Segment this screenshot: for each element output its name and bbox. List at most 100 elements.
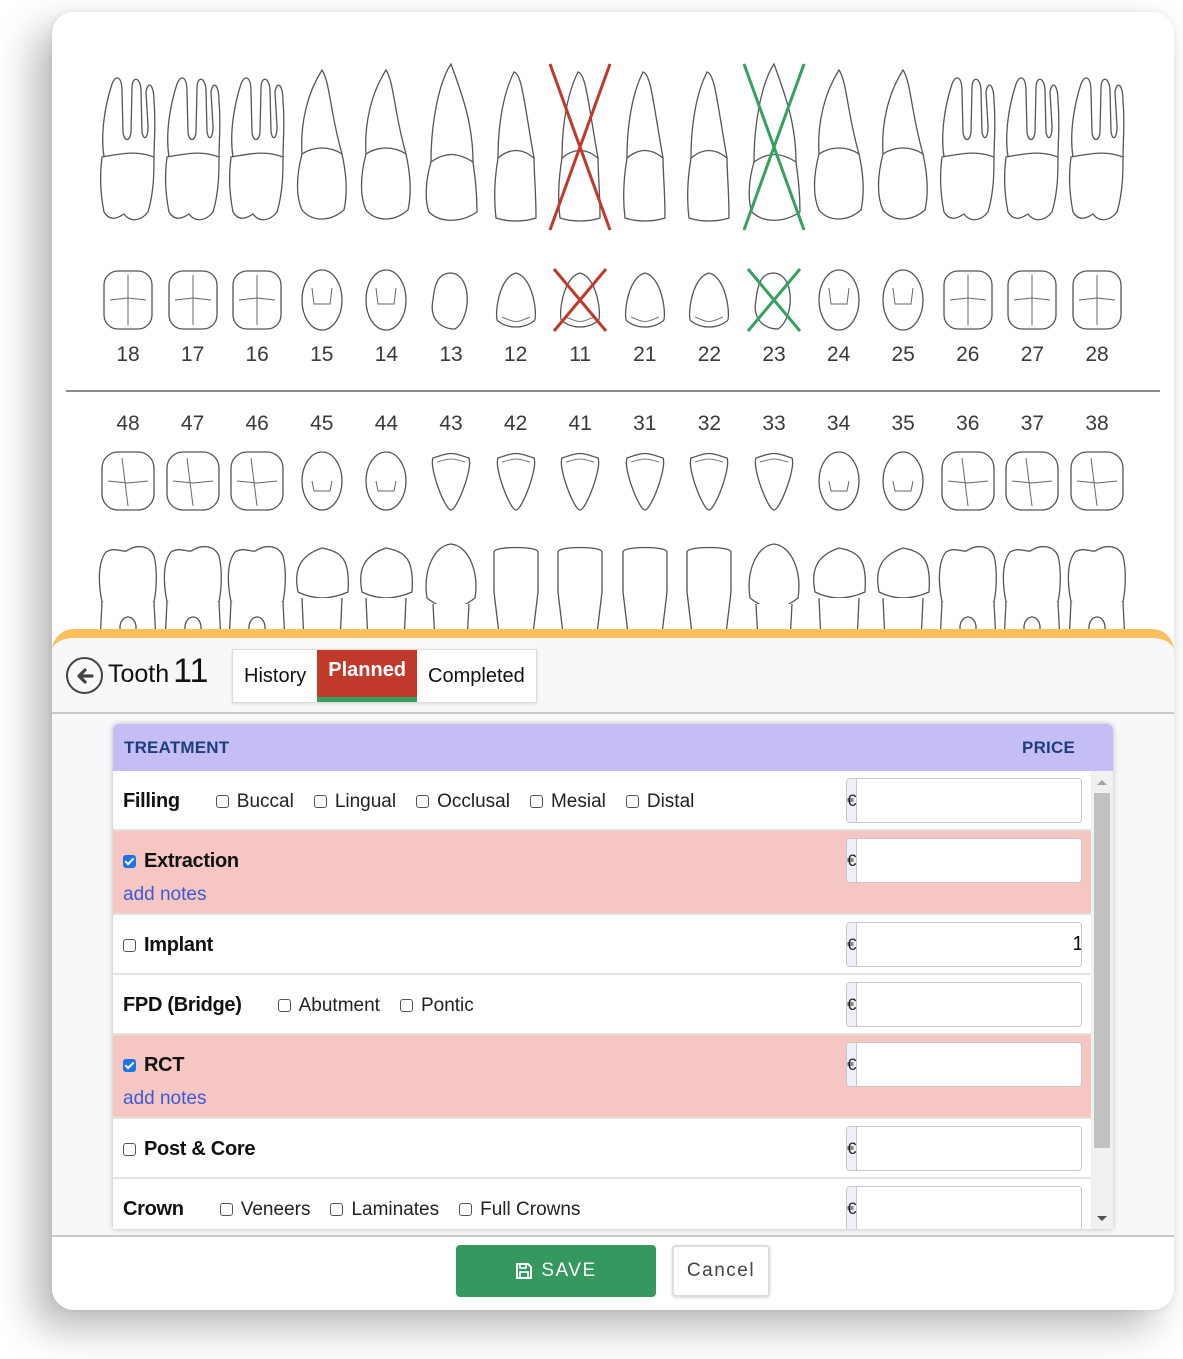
tooth-42-side-view[interactable] <box>484 542 548 643</box>
tooth-number-label[interactable]: 13 <box>419 343 483 367</box>
treatment-option[interactable]: Abutment <box>277 995 380 1017</box>
tooth-44-occlusal-view[interactable] <box>356 448 416 514</box>
tooth-number-label[interactable]: 23 <box>742 343 806 367</box>
tooth-38-occlusal-view[interactable] <box>1067 448 1127 514</box>
tooth-37-occlusal-view[interactable] <box>1002 448 1062 514</box>
tooth-number-label[interactable]: 47 <box>161 412 225 436</box>
option-checkbox[interactable] <box>219 1203 233 1216</box>
tooth-number-label[interactable]: 42 <box>484 412 548 436</box>
tooth-number-label[interactable]: 36 <box>936 412 1000 436</box>
tooth-34-side-view[interactable] <box>807 542 871 643</box>
tooth-11-side-view[interactable] <box>548 62 612 232</box>
table-scrollbar[interactable] <box>1091 771 1113 1229</box>
tooth-37-side-view[interactable] <box>1000 542 1064 643</box>
option-checkbox[interactable] <box>416 795 430 808</box>
tooth-48-occlusal-view[interactable] <box>98 448 158 514</box>
tooth-17-side-view[interactable] <box>161 62 225 232</box>
tooth-41-occlusal-view[interactable] <box>550 448 610 514</box>
tooth-48-side-view[interactable] <box>96 542 160 643</box>
tooth-number-label[interactable]: 27 <box>1000 343 1064 367</box>
tooth-number-label[interactable]: 44 <box>354 412 418 436</box>
option-checkbox[interactable] <box>459 1203 473 1216</box>
tooth-number-label[interactable]: 24 <box>807 343 871 367</box>
tooth-47-occlusal-view[interactable] <box>163 448 223 514</box>
tooth-15-occlusal-view[interactable] <box>294 267 350 333</box>
save-button[interactable]: SAVE <box>456 1245 656 1297</box>
tooth-27-occlusal-view[interactable] <box>1004 267 1060 333</box>
tooth-number-label[interactable]: 48 <box>96 412 160 436</box>
tab-planned[interactable]: Planned <box>317 650 418 702</box>
treatment-option[interactable]: Veneers <box>219 1199 310 1221</box>
tooth-number-label[interactable]: 35 <box>871 412 935 436</box>
price-input[interactable] <box>857 839 1081 882</box>
option-checkbox[interactable] <box>277 999 291 1012</box>
tooth-42-occlusal-view[interactable] <box>486 448 546 514</box>
tooth-46-occlusal-view[interactable] <box>227 448 287 514</box>
tooth-number-label[interactable]: 21 <box>613 343 677 367</box>
tooth-32-occlusal-view[interactable] <box>679 448 739 514</box>
treatment-option[interactable]: Occlusal <box>416 791 510 813</box>
price-input[interactable] <box>857 1187 1081 1229</box>
tooth-21-side-view[interactable] <box>613 62 677 232</box>
tab-completed[interactable]: Completed <box>417 650 536 702</box>
tooth-13-occlusal-view[interactable] <box>423 267 479 333</box>
cancel-button[interactable]: Cancel <box>672 1245 770 1297</box>
tooth-21-occlusal-view[interactable] <box>617 267 673 333</box>
tooth-number-label[interactable]: 11 <box>548 343 612 367</box>
treatment-option[interactable]: Pontic <box>399 995 474 1017</box>
tooth-15-side-view[interactable] <box>290 62 354 232</box>
tooth-25-side-view[interactable] <box>871 62 935 232</box>
add-notes-link[interactable]: add notes <box>123 1088 206 1110</box>
tooth-24-side-view[interactable] <box>807 62 871 232</box>
tooth-number-label[interactable]: 16 <box>225 343 289 367</box>
option-checkbox[interactable] <box>399 999 413 1012</box>
tooth-14-side-view[interactable] <box>354 62 418 232</box>
price-input[interactable] <box>857 923 1081 966</box>
tooth-number-label[interactable]: 38 <box>1065 412 1129 436</box>
tooth-number-label[interactable]: 18 <box>96 343 160 367</box>
scroll-up-button[interactable] <box>1091 773 1113 791</box>
scroll-down-button[interactable] <box>1091 1209 1113 1227</box>
tooth-22-side-view[interactable] <box>677 62 741 232</box>
treatment-option[interactable]: Full Crowns <box>459 1199 580 1221</box>
tooth-16-occlusal-view[interactable] <box>229 267 285 333</box>
tooth-35-occlusal-view[interactable] <box>873 448 933 514</box>
price-input[interactable] <box>857 983 1081 1026</box>
treatment-option[interactable]: Distal <box>625 791 694 813</box>
scrollbar-thumb[interactable] <box>1094 793 1110 1148</box>
treatment-checkbox[interactable] <box>123 939 136 952</box>
tooth-26-occlusal-view[interactable] <box>940 267 996 333</box>
tooth-28-side-view[interactable] <box>1065 62 1129 232</box>
tooth-number-label[interactable]: 41 <box>548 412 612 436</box>
tooth-28-occlusal-view[interactable] <box>1069 267 1125 333</box>
treatment-checkbox[interactable] <box>123 1143 136 1156</box>
tooth-12-side-view[interactable] <box>484 62 548 232</box>
tooth-33-occlusal-view[interactable] <box>744 448 804 514</box>
tooth-13-side-view[interactable] <box>419 62 483 232</box>
tooth-number-label[interactable]: 37 <box>1000 412 1064 436</box>
treatment-option[interactable]: Lingual <box>313 791 396 813</box>
option-checkbox[interactable] <box>529 795 543 808</box>
tooth-number-label[interactable]: 28 <box>1065 343 1129 367</box>
tooth-number-label[interactable]: 31 <box>613 412 677 436</box>
price-input[interactable] <box>857 779 1081 822</box>
tooth-25-occlusal-view[interactable] <box>875 267 931 333</box>
option-checkbox[interactable] <box>313 795 327 808</box>
tooth-number-label[interactable]: 22 <box>677 343 741 367</box>
tooth-23-side-view[interactable] <box>742 62 806 232</box>
price-input[interactable] <box>857 1127 1081 1170</box>
tooth-number-label[interactable]: 45 <box>290 412 354 436</box>
tooth-36-occlusal-view[interactable] <box>938 448 998 514</box>
tooth-44-side-view[interactable] <box>354 542 418 643</box>
tooth-17-occlusal-view[interactable] <box>165 267 221 333</box>
tooth-number-label[interactable]: 34 <box>807 412 871 436</box>
tooth-18-side-view[interactable] <box>96 62 160 232</box>
tooth-45-occlusal-view[interactable] <box>292 448 352 514</box>
tooth-number-label[interactable]: 25 <box>871 343 935 367</box>
tooth-18-occlusal-view[interactable] <box>100 267 156 333</box>
tooth-45-side-view[interactable] <box>290 542 354 643</box>
tooth-31-occlusal-view[interactable] <box>615 448 675 514</box>
tooth-43-occlusal-view[interactable] <box>421 448 481 514</box>
back-button[interactable] <box>66 657 103 694</box>
price-input[interactable] <box>857 1043 1081 1086</box>
